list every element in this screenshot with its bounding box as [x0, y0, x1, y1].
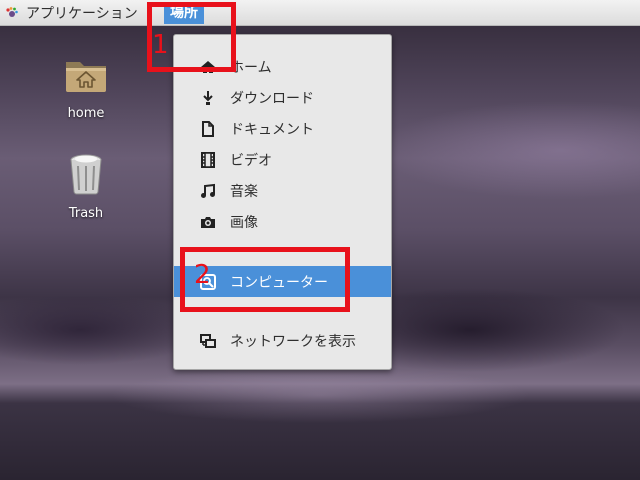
- menu-item-label: ダウンロード: [230, 90, 314, 107]
- top-panel: アプリケーション 場所: [0, 0, 640, 26]
- home-folder-icon: [66, 62, 106, 92]
- desktop-icon-label: Trash: [68, 206, 104, 221]
- desktop-screen: アプリケーション 場所 home Trash ホーム ダウンロード ドキュメント…: [0, 0, 640, 480]
- document-icon: [202, 120, 214, 137]
- applications-menu-label: アプリケーション: [26, 6, 138, 22]
- music-icon: [201, 183, 215, 198]
- annotation-number-2: 2: [194, 260, 211, 290]
- menu-item-label: 音楽: [230, 183, 258, 200]
- menu-item-label: ドキュメント: [230, 121, 314, 138]
- gnome-foot-icon: [6, 7, 18, 17]
- trash-icon: [70, 154, 102, 195]
- desktop-icon-label: home: [67, 106, 105, 121]
- menu-item-pictures[interactable]: 画像: [174, 206, 391, 237]
- menu-item-network[interactable]: ネットワークを表示: [174, 325, 391, 356]
- menu-item-label: ネットワークを表示: [230, 333, 356, 350]
- desktop-icon-home[interactable]: home: [46, 50, 126, 121]
- menu-item-label: ホーム: [230, 59, 272, 76]
- menu-item-documents[interactable]: ドキュメント: [174, 113, 391, 144]
- download-icon: [203, 90, 213, 105]
- menu-item-music[interactable]: 音楽: [174, 175, 391, 206]
- menu-item-videos[interactable]: ビデオ: [174, 144, 391, 175]
- desktop-icon-trash[interactable]: Trash: [46, 150, 126, 221]
- menu-item-downloads[interactable]: ダウンロード: [174, 82, 391, 113]
- network-icon: [200, 333, 216, 348]
- applications-menu[interactable]: アプリケーション: [4, 2, 138, 24]
- menu-item-label: 画像: [230, 214, 258, 231]
- places-dropdown-menu: ホーム ダウンロード ドキュメント ビデオ 音楽 画像 コンピューター ネットワ…: [173, 34, 392, 370]
- camera-icon: [201, 216, 215, 228]
- annotation-number-1: 1: [152, 30, 169, 60]
- menu-item-label: ビデオ: [230, 152, 272, 169]
- video-icon: [201, 151, 215, 168]
